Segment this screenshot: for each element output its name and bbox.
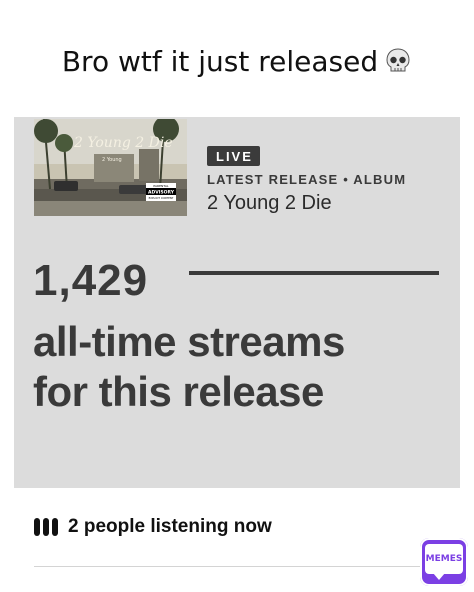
cover-script-title: 2 Young 2 Die — [73, 135, 173, 151]
divider — [34, 566, 434, 567]
live-badge: LIVE — [207, 146, 260, 166]
listeners-row: 2 people listening now — [34, 516, 272, 538]
stream-label: all-time streams for this release — [33, 317, 453, 417]
caption-text: Bro wtf it just released — [61, 45, 379, 78]
stream-label-line-1: all-time streams — [33, 318, 345, 365]
advisory-sub: EXPLICIT CONTENT — [149, 196, 174, 200]
advisory-label: PARENTAL — [153, 184, 169, 188]
album-cover[interactable]: 2 Young 2 Die 2 Young PARENTAL ADVISORY … — [34, 119, 187, 216]
cover-artist-small: 2 Young — [102, 157, 122, 163]
stream-label-line-2: for this release — [33, 368, 324, 415]
listeners-text: 2 people listening now — [68, 516, 272, 537]
meme-caption: Bro wtf it just released — [0, 44, 474, 80]
advisory-main: ADVISORY — [148, 190, 175, 196]
stream-count: 1,429 — [33, 256, 149, 305]
memes-watermark-icon: MEMES — [420, 538, 468, 586]
watermark-label: MEMES — [425, 554, 463, 564]
release-meta: LATEST RELEASE • ALBUM — [207, 172, 407, 187]
skull-icon — [386, 48, 410, 72]
release-title[interactable]: 2 Young 2 Die — [207, 192, 332, 215]
release-card[interactable]: 2 Young 2 Die 2 Young PARENTAL ADVISORY … — [14, 117, 460, 488]
equalizer-bars-icon — [34, 518, 58, 536]
album-cover-art: 2 Young 2 Die 2 Young PARENTAL ADVISORY … — [34, 119, 187, 216]
stream-count-rule — [189, 271, 439, 275]
